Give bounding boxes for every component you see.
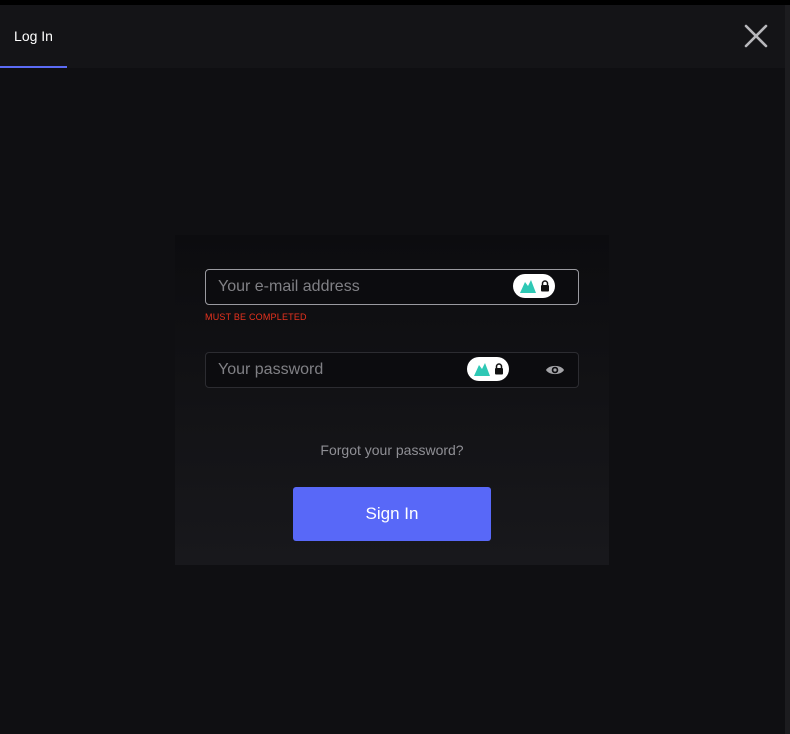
modal-header: Log In (0, 5, 785, 68)
login-form: MUST BE COMPLETED Forgot your (175, 235, 609, 565)
tab-log-in-label: Log In (14, 27, 53, 44)
login-modal: Log In MUST BE COMPLETED (0, 5, 785, 734)
password-field (205, 352, 579, 388)
tab-log-in[interactable]: Log In (0, 5, 67, 68)
show-password-button[interactable] (545, 361, 565, 379)
lock-icon (494, 363, 503, 375)
nordpass-icon (473, 363, 490, 376)
lock-icon (540, 280, 549, 292)
password-manager-button[interactable] (513, 274, 555, 298)
forgot-password-link[interactable]: Forgot your password? (175, 442, 609, 458)
password-input[interactable] (206, 353, 458, 387)
close-button[interactable] (742, 22, 770, 50)
sign-in-button[interactable]: Sign In (293, 487, 491, 541)
nordpass-icon (519, 280, 536, 293)
email-field (205, 269, 579, 305)
background-page-edge (785, 5, 790, 734)
email-input[interactable] (206, 270, 458, 304)
email-error-message: MUST BE COMPLETED (205, 312, 307, 322)
eye-icon (546, 365, 564, 375)
close-icon (744, 24, 768, 48)
password-manager-button[interactable] (467, 357, 509, 381)
